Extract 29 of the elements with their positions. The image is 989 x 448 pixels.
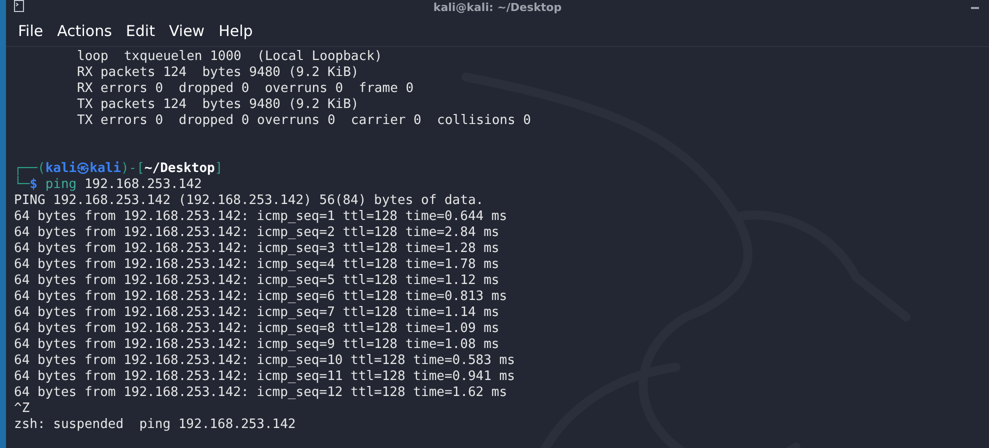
minimize-button[interactable] bbox=[971, 6, 979, 8]
terminal-output-line: 64 bytes from 192.168.253.142: icmp_seq=12 ttl=128 time=1.62 ms bbox=[14, 385, 508, 400]
menu-item[interactable]: Actions bbox=[51, 22, 118, 40]
terminal-output-line: RX errors 0 dropped 0 overruns 0 frame 0 bbox=[77, 81, 414, 96]
terminal-output-line: 64 bytes from 192.168.253.142: icmp_seq=8 ttl=128 time=1.09 ms bbox=[14, 321, 500, 336]
terminal-output-line: 64 bytes from 192.168.253.142: icmp_seq=4 ttl=128 time=1.78 ms bbox=[14, 257, 500, 272]
terminal-output-line: TX errors 0 dropped 0 overruns 0 carrier 0 collisions 0 bbox=[77, 113, 531, 128]
terminal-output-line: ^Z bbox=[14, 401, 30, 416]
prompt-line: ┌──(kali㉿kali)-[~/Desktop] bbox=[14, 161, 223, 176]
terminal-output-line: TX packets 124 bytes 9480 (9.2 KiB) bbox=[77, 97, 359, 112]
terminal-output-line: 64 bytes from 192.168.253.142: icmp_seq=9 ttl=128 time=1.08 ms bbox=[14, 337, 500, 352]
window-title: kali@kali: ~/Desktop bbox=[433, 1, 562, 14]
terminal-output-line: 64 bytes from 192.168.253.142: icmp_seq=3 ttl=128 time=1.28 ms bbox=[14, 241, 500, 256]
terminal-output-line: 64 bytes from 192.168.253.142: icmp_seq=5 ttl=128 time=1.12 ms bbox=[14, 273, 500, 288]
terminal-output-line: 64 bytes from 192.168.253.142: icmp_seq=7 ttl=128 time=1.14 ms bbox=[14, 305, 500, 320]
terminal-output-line: 64 bytes from 192.168.253.142: icmp_seq=6 ttl=128 time=0.813 ms bbox=[14, 289, 508, 304]
terminal-output-line: 64 bytes from 192.168.253.142: icmp_seq=2 ttl=128 time=2.84 ms bbox=[14, 225, 500, 240]
terminal-output-line: 64 bytes from 192.168.253.142: icmp_seq=10 ttl=128 time=0.583 ms bbox=[14, 353, 515, 368]
terminal-output-line: zsh: suspended ping 192.168.253.142 bbox=[14, 417, 296, 432]
terminal-output-line: PING 192.168.253.142 (192.168.253.142) 56(84) bytes of data. bbox=[14, 193, 484, 208]
menu-item[interactable]: View bbox=[162, 22, 211, 40]
command-line: └─$ ping 192.168.253.142 bbox=[14, 177, 202, 192]
terminal-output-line: loop txqueuelen 1000 (Local Loopback) bbox=[77, 49, 382, 64]
menu-item[interactable]: Help bbox=[212, 22, 259, 40]
terminal-output-line: 64 bytes from 192.168.253.142: icmp_seq=11 ttl=128 time=0.941 ms bbox=[14, 369, 515, 384]
menu-item[interactable]: Edit bbox=[120, 22, 161, 40]
terminal-output-line: RX packets 124 bytes 9480 (9.2 KiB) bbox=[77, 65, 359, 80]
terminal-output-line: 64 bytes from 192.168.253.142: icmp_seq=1 ttl=128 time=0.644 ms bbox=[14, 209, 508, 224]
menu-item[interactable]: File bbox=[12, 22, 50, 40]
